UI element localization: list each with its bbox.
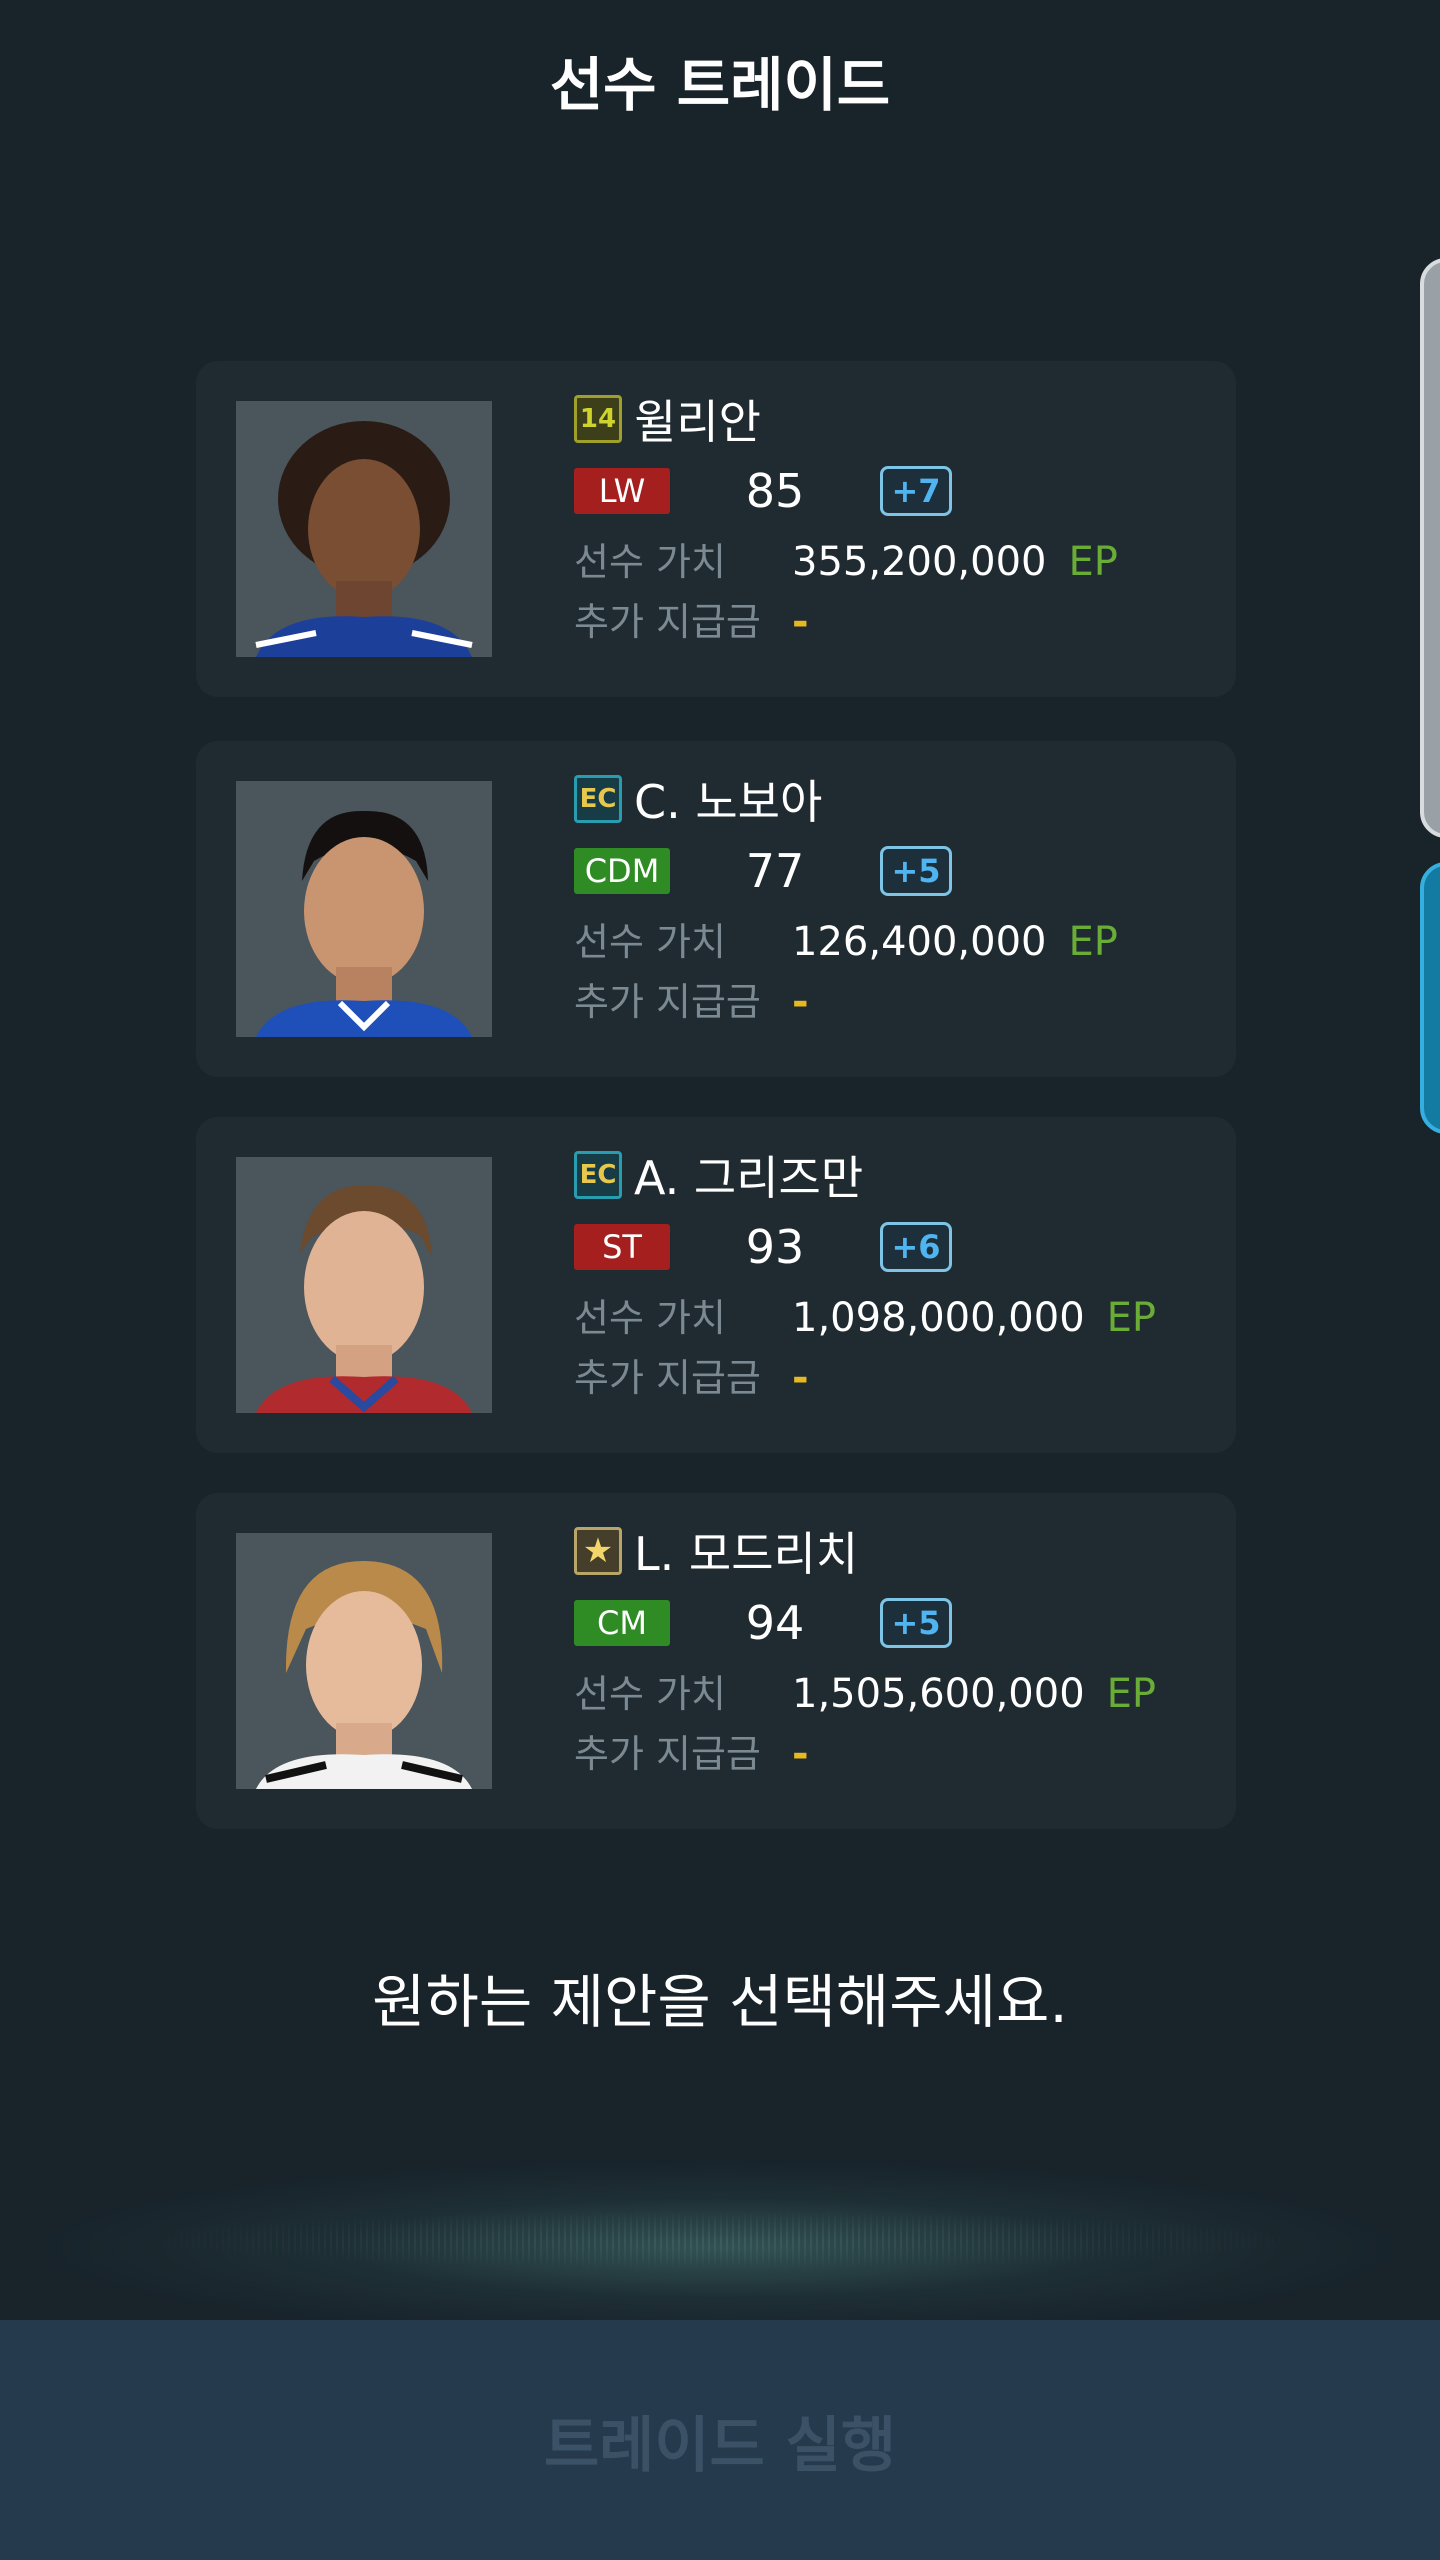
player-value: 1,505,600,000 [792,1671,1085,1717]
trade-execute-button[interactable]: 트레이드 실행 [0,2320,1440,2560]
player-portrait [236,1157,492,1413]
upgrade-level-badge: +5 [880,846,952,896]
player-card[interactable]: ★ L. 모드리치 CM 94 +5 선수 가치 1,505,600,000 E… [196,1493,1236,1829]
player-value: 355,200,000 [792,539,1047,585]
overall-rating: 94 [745,1596,805,1650]
position-badge: CM [574,1600,670,1646]
trade-screen: 선수 트레이드 14 윌리안 LW 85 +7 선수 가치 355,200,00… [0,0,1440,2560]
season-badge-icon: 14 [574,395,622,443]
selection-prompt: 원하는 제안을 선택해주세요. [372,1968,1068,2036]
star-season-badge-icon: ★ [574,1527,622,1575]
player-photo-icon [236,401,492,657]
player-photo-icon [236,1533,492,1789]
extra-payment-label: 추가 지급금 [574,1356,761,1400]
player-value: 1,098,000,000 [792,1295,1085,1341]
player-name: C. 노보아 [634,775,823,829]
season-badge-icon: EC [574,775,622,823]
position-badge: ST [574,1224,670,1270]
season-badge-icon: EC [574,1151,622,1199]
player-value-label: 선수 가치 [574,540,726,584]
overall-rating: 77 [745,844,805,898]
player-photo-icon [236,1157,492,1413]
player-portrait [236,401,492,657]
page-title: 선수 트레이드 [549,51,891,119]
player-photo-icon [236,781,492,1037]
side-panel-tab-gray[interactable] [1420,258,1440,838]
extra-payment-value: - [792,1355,809,1401]
field-grass-decoration [120,2210,1320,2270]
extra-payment-label: 추가 지급금 [574,600,761,644]
player-value-label: 선수 가치 [574,1672,726,1716]
upgrade-level-badge: +6 [880,1222,952,1272]
player-name: 윌리안 [634,395,761,449]
extra-payment-value: - [792,599,809,645]
player-card[interactable]: EC C. 노보아 CDM 77 +5 선수 가치 126,400,000 EP… [196,741,1236,1077]
player-name: L. 모드리치 [634,1527,859,1581]
extra-payment-value: - [792,1731,809,1777]
player-value: 126,400,000 [792,919,1047,965]
upgrade-level-badge: +7 [880,466,952,516]
extra-payment-label: 추가 지급금 [574,1732,761,1776]
player-portrait [236,1533,492,1789]
position-badge: LW [574,468,670,514]
overall-rating: 93 [745,1220,805,1274]
player-name: A. 그리즈만 [634,1151,864,1205]
player-portrait [236,781,492,1037]
extra-payment-label: 추가 지급금 [574,980,761,1024]
player-value-label: 선수 가치 [574,1296,726,1340]
currency-label: EP [1068,919,1118,965]
overall-rating: 85 [745,464,805,518]
player-value-label: 선수 가치 [574,920,726,964]
upgrade-level-badge: +5 [880,1598,952,1648]
currency-label: EP [1106,1671,1157,1717]
position-badge: CDM [574,848,670,894]
side-panel-tab-blue[interactable] [1420,862,1440,1134]
player-card[interactable]: 14 윌리안 LW 85 +7 선수 가치 355,200,000 EP 추가 … [196,361,1236,697]
currency-label: EP [1068,539,1118,585]
player-card[interactable]: EC A. 그리즈만 ST 93 +6 선수 가치 1,098,000,000 … [196,1117,1236,1453]
currency-label: EP [1106,1295,1157,1341]
trade-execute-button-label: 트레이드 실행 [543,2410,897,2481]
extra-payment-value: - [792,979,809,1025]
